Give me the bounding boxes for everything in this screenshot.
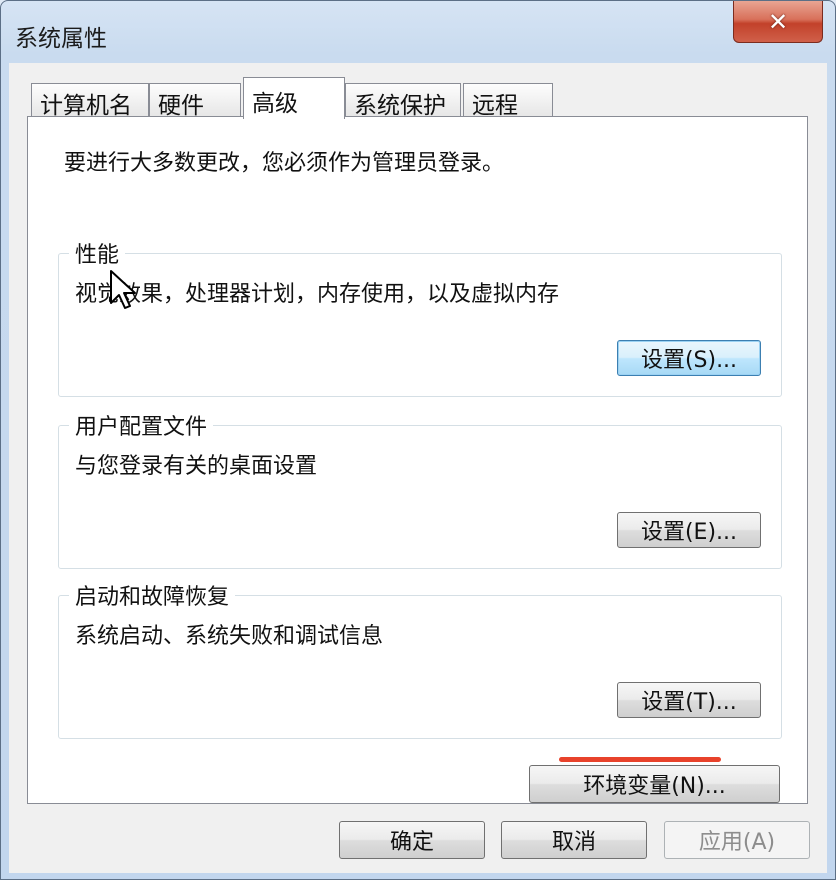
startup-recovery-group: 启动和故障恢复 系统启动、系统失败和调试信息 设置(T)... (58, 579, 782, 739)
highlight-underline (559, 757, 721, 762)
user-profiles-settings-button[interactable]: 设置(E)... (617, 512, 761, 548)
user-profiles-description: 与您登录有关的桌面设置 (75, 454, 318, 479)
tab-system-protection[interactable]: 系统保护 (345, 83, 461, 119)
close-icon: ✕ (767, 7, 789, 36)
ok-button[interactable]: 确定 (339, 821, 485, 859)
performance-description: 视觉效果，处理器计划，内存使用，以及虚拟内存 (75, 282, 560, 307)
mouse-cursor-icon (110, 270, 136, 309)
apply-button: 应用(A) (664, 821, 810, 859)
startup-recovery-settings-button[interactable]: 设置(T)... (617, 682, 761, 718)
user-profiles-group: 用户配置文件 与您登录有关的桌面设置 设置(E)... (58, 409, 782, 569)
startup-recovery-title: 启动和故障恢复 (69, 579, 236, 611)
performance-settings-button[interactable]: 设置(S)... (617, 340, 761, 376)
performance-group: 性能 视觉效果，处理器计划，内存使用，以及虚拟内存 设置(S)... (58, 237, 782, 397)
environment-variables-button[interactable]: 环境变量(N)... (529, 765, 780, 803)
performance-title: 性能 (69, 237, 126, 269)
close-button[interactable]: ✕ (733, 1, 823, 43)
tab-computer-name[interactable]: 计算机名 (31, 83, 149, 119)
advanced-tab-panel: 要进行大多数更改，您必须作为管理员登录。 性能 视觉效果，处理器计划，内存使用，… (27, 116, 808, 804)
tab-hardware[interactable]: 硬件 (149, 83, 241, 119)
dialog-client-area: 计算机名 硬件 高级 系统保护 远程 要进行大多数更改，您必须作为管理员登录。 … (9, 63, 827, 873)
cancel-button[interactable]: 取消 (501, 821, 647, 859)
system-properties-window: 系统属性 ✕ 计算机名 硬件 高级 系统保护 远程 要进行大多数更改，您必须作为… (0, 0, 836, 880)
tab-remote[interactable]: 远程 (463, 83, 553, 119)
admin-notice: 要进行大多数更改，您必须作为管理员登录。 (64, 151, 505, 176)
tab-advanced[interactable]: 高级 (243, 77, 345, 119)
user-profiles-title: 用户配置文件 (69, 409, 214, 441)
window-title: 系统属性 (15, 26, 107, 52)
startup-recovery-description: 系统启动、系统失败和调试信息 (75, 624, 384, 649)
